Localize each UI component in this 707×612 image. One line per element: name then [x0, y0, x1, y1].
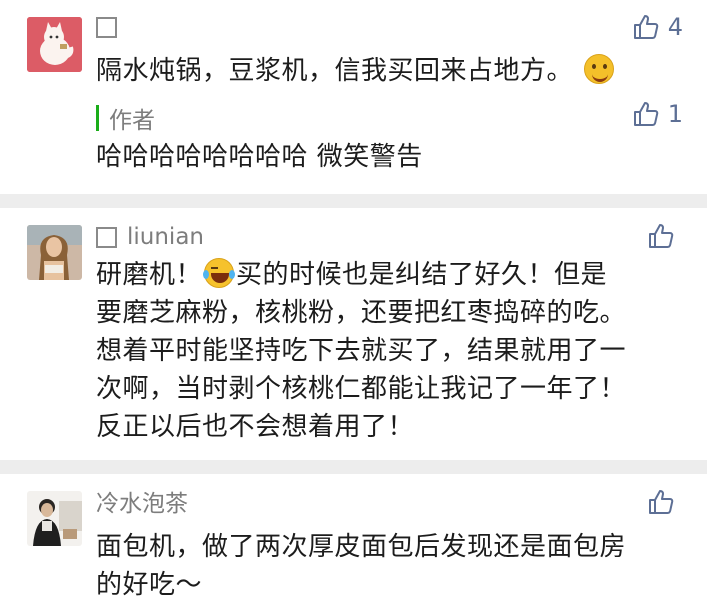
laugh-tears-emoji — [203, 258, 236, 288]
comment-list: 4 隔水炖锅，豆浆机，信我买回来占地方。 作者 1 哈哈哈哈哈哈哈哈 微笑警告 — [0, 0, 707, 612]
comment-line: 研磨机！ 买的时候也是纠结了好久！但是 — [96, 258, 608, 290]
comment-author[interactable]: liunian — [96, 222, 204, 252]
author-bar — [96, 105, 99, 131]
comment-text: 隔水炖锅，豆浆机，信我买回来占地方。 — [96, 52, 686, 90]
reply-like-count: 1 — [667, 100, 683, 128]
cat-avatar-icon — [27, 17, 82, 72]
checkbox-icon[interactable] — [96, 226, 117, 248]
like-button[interactable] — [647, 488, 683, 516]
comment-line: 次啊，当时剥个核桃仁都能让我记了一年了！ — [96, 374, 627, 404]
thumbs-up-icon — [649, 490, 674, 514]
reply-author: 作者 — [96, 101, 155, 135]
avatar[interactable] — [27, 225, 82, 280]
comment-card: 4 隔水炖锅，豆浆机，信我买回来占地方。 作者 1 哈哈哈哈哈哈哈哈 微笑警告 — [0, 0, 707, 194]
reply-like-button[interactable]: 1 — [632, 100, 683, 128]
like-button[interactable]: 4 — [632, 13, 683, 41]
comment-line: 想着平时能坚持吃下去就买了，结果就用了一 — [96, 336, 627, 366]
avatar[interactable] — [27, 17, 82, 72]
woman-avatar-icon — [27, 225, 82, 280]
checkbox-icon[interactable] — [96, 16, 117, 38]
comment-text: 面包机，做了两次厚皮面包后发现还是面包房 的好吃～ — [96, 528, 686, 604]
comment-line: 要磨芝麻粉，核桃粉，还要把红枣捣碎的吃。 — [96, 298, 627, 328]
comment-line: 的好吃～ — [96, 570, 203, 600]
thumbs-up-icon — [633, 102, 658, 126]
like-button[interactable] — [647, 222, 683, 250]
comment-card: 冷水泡茶 面包机，做了两次厚皮面包后发现还是面包房 的好吃～ — [0, 474, 707, 612]
thumbs-up-icon — [649, 224, 674, 248]
smile-emoji — [583, 54, 614, 84]
comment-line: 反正以后也不会想着用了！ — [96, 412, 415, 442]
comment-text: 研磨机！ 买的时候也是纠结了好久！但是 要磨芝麻粉，核桃粉，还要把红枣捣碎的吃。 … — [96, 256, 686, 446]
reply-text: 哈哈哈哈哈哈哈哈 微笑警告 — [96, 142, 423, 172]
author-name: 冷水泡茶 — [96, 491, 188, 517]
like-count: 4 — [667, 13, 683, 41]
comment-line: 面包机，做了两次厚皮面包后发现还是面包房 — [96, 532, 627, 562]
person-avatar-icon — [27, 491, 82, 546]
comment-author[interactable] — [96, 12, 127, 42]
comment-author[interactable]: 冷水泡茶 — [96, 486, 188, 517]
comment-card: liunian 研磨机！ 买的时候也是纠结了好久！但是 要磨芝麻粉，核桃粉，还要把… — [0, 208, 707, 460]
thumbs-up-icon — [633, 15, 658, 39]
author-label: 作者 — [109, 108, 155, 134]
author-name: liunian — [127, 224, 204, 250]
avatar[interactable] — [27, 491, 82, 546]
